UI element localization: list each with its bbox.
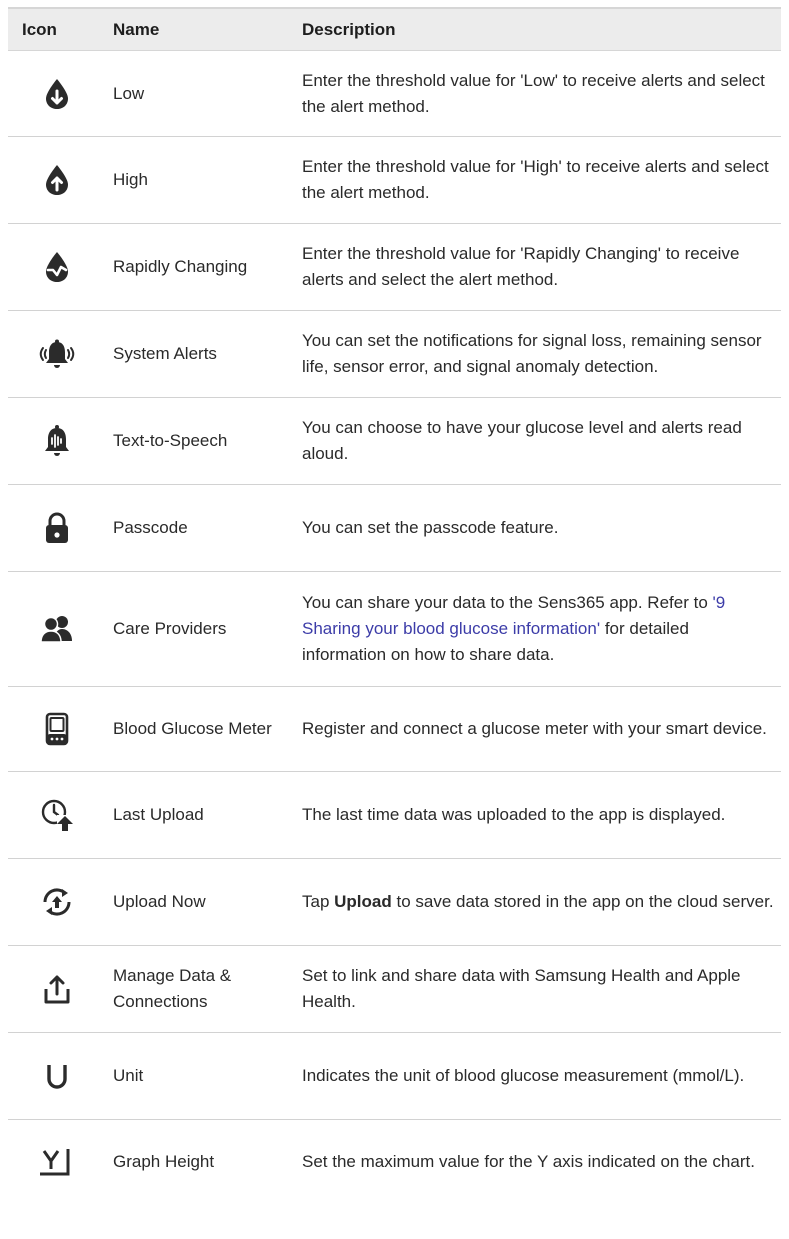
people-icon — [8, 615, 105, 643]
sync-icon — [8, 886, 105, 918]
table-row: Passcode You can set the passcode featur… — [8, 485, 781, 572]
row-name: Manage Data & Connections — [113, 966, 232, 1011]
table-row: Manage Data & Connections Set to link an… — [8, 946, 781, 1033]
row-description: You can share your data to the Sens365 a… — [293, 590, 781, 668]
table-row: Low Enter the threshold value for 'Low' … — [8, 51, 781, 137]
row-name: Last Upload — [113, 805, 204, 824]
ringing-bell-icon — [8, 338, 105, 370]
row-description: You can choose to have your glucose leve… — [302, 418, 742, 463]
drop-down-arrow-icon — [8, 78, 105, 110]
row-description: You can set the notifications for signal… — [302, 331, 762, 376]
clock-upload-icon — [8, 798, 105, 832]
row-name: Unit — [113, 1066, 144, 1085]
row-name: Low — [113, 83, 145, 103]
graph-y-axis-icon — [8, 1146, 105, 1178]
upload-button-label: Upload — [334, 892, 392, 911]
row-name: High — [113, 170, 148, 189]
description-text: You can share your data to the Sens365 a… — [302, 593, 713, 612]
row-description: Set the maximum value for the Y axis ind… — [302, 1152, 755, 1171]
row-description: Enter the threshold value for 'Rapidly C… — [302, 244, 740, 289]
bell-speech-icon — [8, 424, 105, 458]
row-name: Care Providers — [113, 619, 227, 638]
table-row: Unit Indicates the unit of blood glucose… — [8, 1033, 781, 1120]
row-name: System Alerts — [113, 344, 217, 363]
row-description: You can set the passcode feature. — [302, 518, 559, 537]
header-icon: Icon — [22, 19, 57, 39]
row-description: Enter the threshold value for 'Low' to r… — [302, 70, 765, 116]
table-row: Upload Now Tap Upload to save data store… — [8, 859, 781, 946]
table-header: Icon Name Description — [8, 7, 781, 51]
table-row: High Enter the threshold value for 'High… — [8, 137, 781, 224]
table-row: Last Upload The last time data was uploa… — [8, 772, 781, 859]
row-name: Upload Now — [113, 892, 206, 911]
row-name: Passcode — [113, 518, 188, 537]
table-row: System Alerts You can set the notificati… — [8, 311, 781, 398]
description-text: Tap — [302, 892, 335, 911]
drop-up-arrow-icon — [8, 164, 105, 196]
row-description: The last time data was uploaded to the a… — [302, 805, 726, 824]
table-row: Care Providers You can share your data t… — [8, 572, 781, 687]
drop-wave-icon — [8, 251, 105, 283]
settings-table: Icon Name Description Low Enter the thre… — [8, 7, 781, 1204]
lock-icon — [8, 512, 105, 544]
header-description: Description — [302, 19, 396, 39]
row-description: Set to link and share data with Samsung … — [302, 966, 741, 1011]
row-description: Indicates the unit of blood glucose meas… — [302, 1066, 745, 1085]
description-text: to save data stored in the app on the cl… — [391, 892, 774, 911]
table-row: Text-to-Speech You can choose to have yo… — [8, 398, 781, 485]
row-name: Rapidly Changing — [113, 257, 248, 276]
row-description: Enter the threshold value for 'High' to … — [302, 157, 769, 202]
table-row: Blood Glucose Meter Register and connect… — [8, 687, 781, 772]
header-name: Name — [113, 19, 160, 39]
row-description: Tap Upload to save data stored in the ap… — [293, 889, 781, 915]
share-upload-icon — [8, 973, 105, 1005]
row-name: Text-to-Speech — [113, 431, 228, 450]
table-row: Graph Height Set the maximum value for t… — [8, 1120, 781, 1204]
table-row: Rapidly Changing Enter the threshold val… — [8, 224, 781, 311]
row-description: Register and connect a glucose meter wit… — [302, 719, 767, 738]
row-name: Blood Glucose Meter — [113, 719, 272, 738]
row-name: Graph Height — [113, 1152, 215, 1171]
unit-u-icon — [8, 1062, 105, 1090]
glucose-meter-icon — [8, 712, 105, 746]
